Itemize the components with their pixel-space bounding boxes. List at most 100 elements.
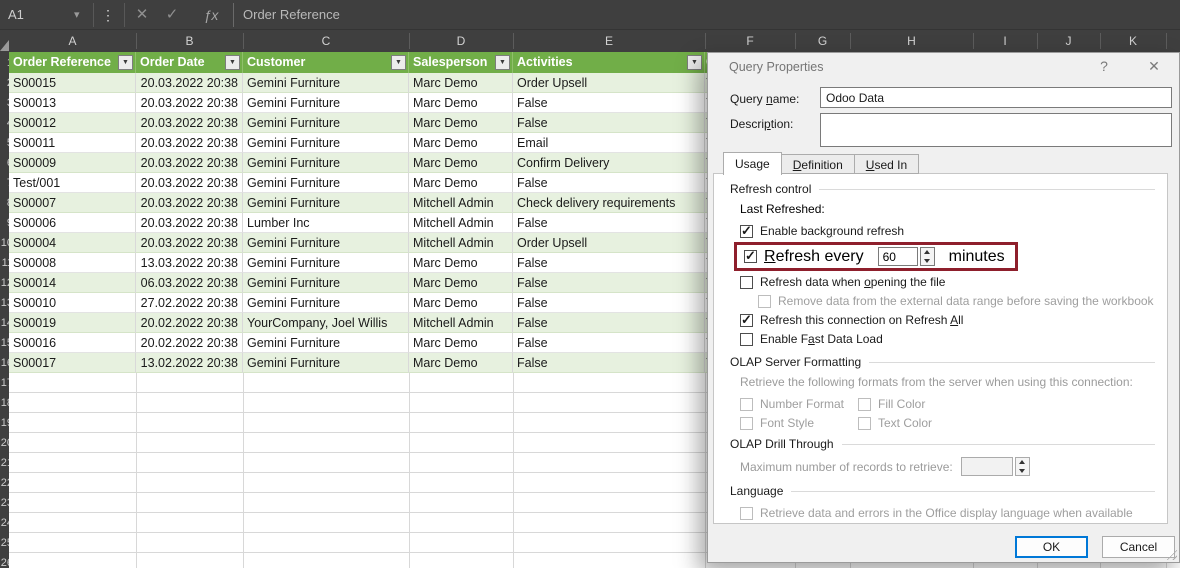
cell-sales[interactable]: Marc Demo xyxy=(409,133,513,153)
ok-button[interactable]: OK xyxy=(1015,536,1088,558)
row-header-8[interactable]: 8 xyxy=(0,193,9,213)
stepper-up-icon[interactable] xyxy=(921,248,934,257)
cell-date[interactable]: 20.03.2022 20:38 xyxy=(136,193,243,213)
cell-ref[interactable]: S00014 xyxy=(9,273,136,293)
column-header-d[interactable]: D xyxy=(409,30,513,52)
row-header-4[interactable]: 4 xyxy=(0,113,9,133)
cell-customer[interactable]: Gemini Furniture xyxy=(243,153,409,173)
cell-date[interactable]: 20.03.2022 20:38 xyxy=(136,173,243,193)
cell-date[interactable]: 20.03.2022 20:38 xyxy=(136,133,243,153)
cell-sales[interactable]: Marc Demo xyxy=(409,113,513,133)
row-header-2[interactable]: 2 xyxy=(0,73,9,93)
column-header-c[interactable]: C xyxy=(243,30,409,52)
row-header-7[interactable]: 7 xyxy=(0,173,9,193)
refresh-all-row[interactable]: Refresh this connection on Refresh All xyxy=(740,311,1155,329)
row-header-6[interactable]: 6 xyxy=(0,153,9,173)
row-header-23[interactable]: 23 xyxy=(0,493,9,513)
confirm-entry-icon[interactable]: ✓ xyxy=(161,0,183,30)
table-header-ref[interactable]: Order Reference▼ xyxy=(9,52,136,73)
query-name-input[interactable] xyxy=(820,87,1172,108)
enable-background-refresh-row[interactable]: Enable background refresh xyxy=(740,222,1155,240)
cell-activities[interactable]: False xyxy=(513,293,705,313)
tab-used-in[interactable]: Used In xyxy=(855,154,919,174)
cell-customer[interactable]: Gemini Furniture xyxy=(243,113,409,133)
row-header-12[interactable]: 12 xyxy=(0,273,9,293)
filter-dropdown-icon[interactable]: ▼ xyxy=(118,55,133,70)
cell-date[interactable]: 20.03.2022 20:38 xyxy=(136,233,243,253)
cell-customer[interactable]: Gemini Furniture xyxy=(243,273,409,293)
cell-customer[interactable]: Gemini Furniture xyxy=(243,93,409,113)
row-header-21[interactable]: 21 xyxy=(0,453,9,473)
refresh-every-checkbox[interactable] xyxy=(744,250,757,263)
cell-sales[interactable]: Marc Demo xyxy=(409,293,513,313)
help-icon[interactable]: ? xyxy=(1090,58,1118,74)
cell-customer[interactable]: YourCompany, Joel Willis xyxy=(243,313,409,333)
cell-customer[interactable]: Gemini Furniture xyxy=(243,253,409,273)
cell-activities[interactable]: Confirm Delivery xyxy=(513,153,705,173)
cell-ref[interactable]: S00017 xyxy=(9,353,136,373)
cell-sales[interactable]: Mitchell Admin xyxy=(409,313,513,333)
row-header-17[interactable]: 17 xyxy=(0,373,9,393)
cell-date[interactable]: 06.03.2022 20:38 xyxy=(136,273,243,293)
column-header-g[interactable]: G xyxy=(795,30,850,52)
cell-customer[interactable]: Gemini Furniture xyxy=(243,173,409,193)
cell-ref[interactable]: S00015 xyxy=(9,73,136,93)
cell-date[interactable]: 20.02.2022 20:38 xyxy=(136,333,243,353)
cell-customer[interactable]: Gemini Furniture xyxy=(243,353,409,373)
cell-ref[interactable]: S00010 xyxy=(9,293,136,313)
formula-bar-content[interactable]: Order Reference xyxy=(243,0,340,30)
filter-dropdown-icon[interactable]: ▼ xyxy=(391,55,406,70)
cell-activities[interactable]: False xyxy=(513,333,705,353)
name-box-dropdown-icon[interactable]: ▾ xyxy=(74,0,80,30)
row-header-22[interactable]: 22 xyxy=(0,473,9,493)
cell-ref[interactable]: S00013 xyxy=(9,93,136,113)
row-header-20[interactable]: 20 xyxy=(0,433,9,453)
cell-customer[interactable]: Gemini Furniture xyxy=(243,233,409,253)
cell-customer[interactable]: Gemini Furniture xyxy=(243,293,409,313)
stepper-down-icon[interactable] xyxy=(921,257,934,266)
column-header-h[interactable]: H xyxy=(850,30,973,52)
cell-sales[interactable]: Mitchell Admin xyxy=(409,193,513,213)
cell-sales[interactable]: Mitchell Admin xyxy=(409,233,513,253)
cell-date[interactable]: 13.03.2022 20:38 xyxy=(136,253,243,273)
cell-activities[interactable]: False xyxy=(513,213,705,233)
cell-activities[interactable]: False xyxy=(513,253,705,273)
cell-activities[interactable]: False xyxy=(513,93,705,113)
cancel-entry-icon[interactable]: ✕ xyxy=(131,0,153,30)
column-header-i[interactable]: I xyxy=(973,30,1037,52)
cell-sales[interactable]: Marc Demo xyxy=(409,173,513,193)
more-options-icon[interactable]: ⋮ xyxy=(98,0,118,30)
column-header-f[interactable]: F xyxy=(705,30,795,52)
table-header-customer[interactable]: Customer▼ xyxy=(243,52,409,73)
cell-sales[interactable]: Marc Demo xyxy=(409,93,513,113)
cell-date[interactable]: 20.02.2022 20:38 xyxy=(136,313,243,333)
cell-activities[interactable]: Email xyxy=(513,133,705,153)
row-header-18[interactable]: 18 xyxy=(0,393,9,413)
row-header-15[interactable]: 15 xyxy=(0,333,9,353)
cell-ref[interactable]: S00004 xyxy=(9,233,136,253)
row-header-10[interactable]: 10 xyxy=(0,233,9,253)
row-header-26[interactable]: 26 xyxy=(0,553,9,568)
row-header-16[interactable]: 16 xyxy=(0,353,9,373)
tab-definition[interactable]: Definition xyxy=(782,154,855,174)
column-header-e[interactable]: E xyxy=(513,30,705,52)
cell-ref[interactable]: S00016 xyxy=(9,333,136,353)
filter-dropdown-icon[interactable]: ▼ xyxy=(225,55,240,70)
cell-customer[interactable]: Lumber Inc xyxy=(243,213,409,233)
table-header-activities[interactable]: Activities▼ xyxy=(513,52,705,73)
cell-ref[interactable]: S00008 xyxy=(9,253,136,273)
row-header-24[interactable]: 24 xyxy=(0,513,9,533)
select-all-corner[interactable] xyxy=(0,40,9,51)
name-box[interactable]: A1 xyxy=(8,0,24,30)
cancel-button[interactable]: Cancel xyxy=(1102,536,1175,558)
fast-data-load-row[interactable]: Enable Fast Data Load xyxy=(740,330,1155,348)
cell-activities[interactable]: False xyxy=(513,273,705,293)
cell-ref[interactable]: S00009 xyxy=(9,153,136,173)
column-header-j[interactable]: J xyxy=(1037,30,1100,52)
table-header-date[interactable]: Order Date▼ xyxy=(136,52,243,73)
table-header-sales[interactable]: Salesperson▼ xyxy=(409,52,513,73)
filter-dropdown-icon[interactable]: ▼ xyxy=(687,55,702,70)
cell-sales[interactable]: Marc Demo xyxy=(409,333,513,353)
enable-background-refresh-checkbox[interactable] xyxy=(740,225,753,238)
cell-activities[interactable]: Order Upsell xyxy=(513,233,705,253)
